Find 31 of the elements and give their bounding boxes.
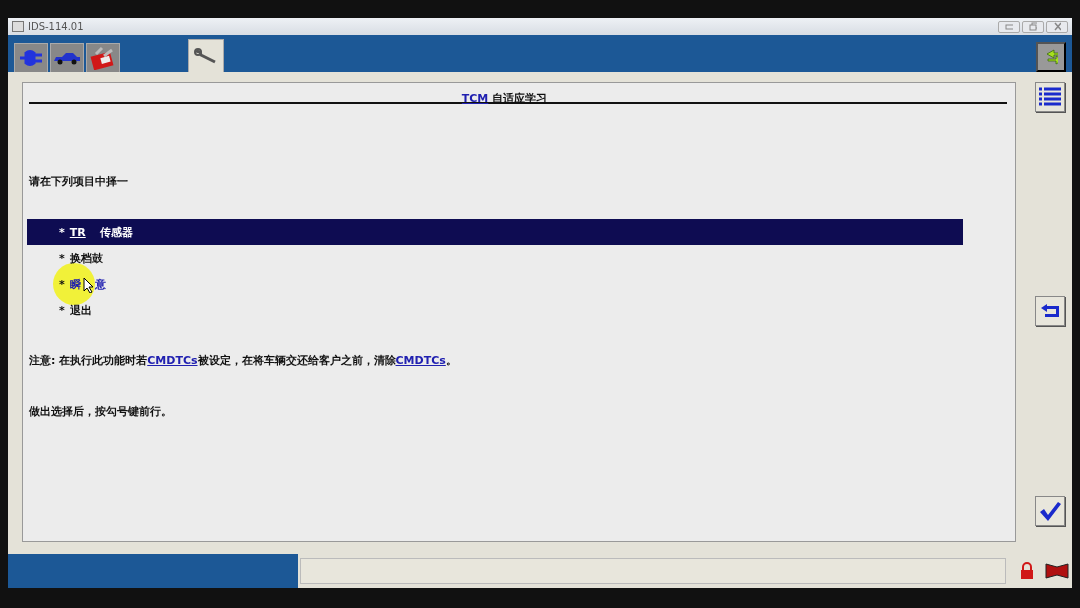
checkmark-icon: [1038, 500, 1063, 522]
menu-option[interactable]: * TR 传感器: [27, 219, 963, 245]
menu-option[interactable]: * 退出: [27, 297, 963, 323]
menu-option[interactable]: * 瞬 意: [27, 271, 963, 297]
prompt-text: 请在下列项目中择一: [29, 174, 129, 189]
switch-button[interactable]: [1036, 42, 1066, 72]
cursor-icon: [83, 277, 93, 293]
app-icon: [12, 21, 24, 32]
toolbox-icon: [90, 46, 116, 70]
toolbar-tab[interactable]: [50, 43, 84, 72]
instruction-text: 做出选择后，按勾号键前行。: [29, 404, 173, 419]
window-title: IDS-114.01: [28, 21, 84, 32]
note-text: 注意: 在执行此功能时若CMDTCs被设定，在将车辆交还给客户之前，清除CMDTCs。: [29, 353, 458, 368]
restore-icon: [1029, 22, 1037, 31]
list-button[interactable]: [1035, 82, 1066, 112]
toolbar-tab[interactable]: [188, 39, 224, 72]
exit-icon: [1045, 562, 1069, 580]
toolbar-tab[interactable]: [86, 43, 120, 72]
swap-arrows-icon: [1044, 48, 1058, 66]
return-arrow-icon: [1039, 302, 1062, 320]
plug-icon: [18, 49, 44, 67]
close-button[interactable]: [1046, 20, 1068, 33]
list-icon: [1038, 86, 1063, 108]
menu-option[interactable]: * 换档鼓: [27, 245, 963, 271]
minimize-icon: [1005, 23, 1013, 30]
car-icon: [53, 51, 81, 65]
back-button[interactable]: [1035, 296, 1066, 326]
confirm-button[interactable]: [1035, 496, 1066, 526]
toolbar-tab[interactable]: [14, 43, 48, 72]
close-icon: [1053, 22, 1061, 31]
lock-icon: [1019, 562, 1035, 580]
